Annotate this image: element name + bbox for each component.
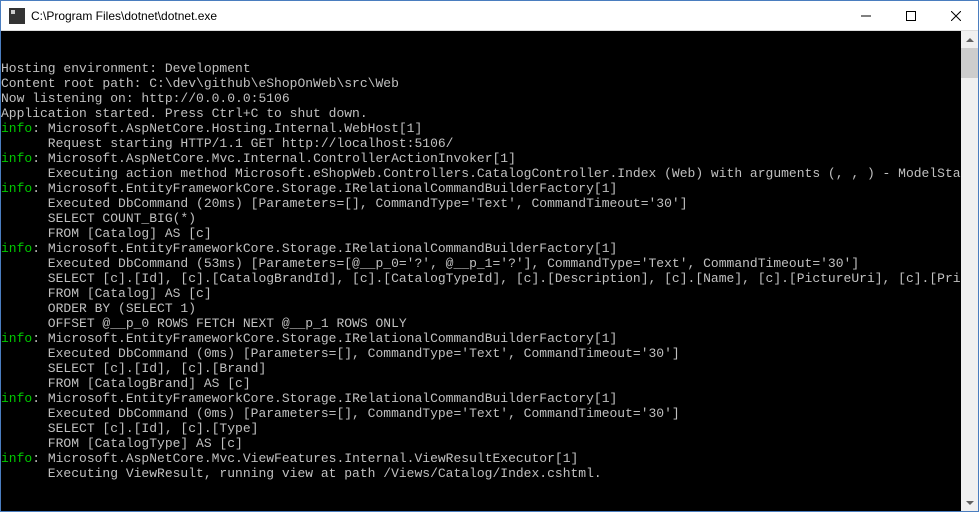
log-text: SELECT [c].[Id], [c].[Brand]	[1, 361, 266, 376]
scrollbar[interactable]	[961, 31, 978, 511]
console: Hosting environment: DevelopmentContent …	[1, 31, 978, 511]
log-text: ORDER BY (SELECT 1)	[1, 301, 196, 316]
log-text: : Microsoft.AspNetCore.Mvc.Internal.Cont…	[32, 151, 516, 166]
log-level-info: info	[1, 121, 32, 136]
log-text: FROM [CatalogType] AS [c]	[1, 436, 243, 451]
console-line: info: Microsoft.AspNetCore.Hosting.Inter…	[1, 121, 961, 136]
scrollbar-thumb[interactable]	[961, 48, 978, 78]
console-line: info: Microsoft.AspNetCore.Mvc.ViewFeatu…	[1, 451, 961, 466]
console-line: ORDER BY (SELECT 1)	[1, 301, 961, 316]
log-text: Executed DbCommand (53ms) [Parameters=[@…	[1, 256, 859, 271]
window-controls	[843, 1, 978, 30]
log-text: FROM [CatalogBrand] AS [c]	[1, 376, 251, 391]
log-level-info: info	[1, 241, 32, 256]
console-line: Application started. Press Ctrl+C to shu…	[1, 106, 961, 121]
console-line: Executed DbCommand (20ms) [Parameters=[]…	[1, 196, 961, 211]
log-text: FROM [Catalog] AS [c]	[1, 226, 212, 241]
console-line: Executed DbCommand (0ms) [Parameters=[],…	[1, 346, 961, 361]
console-line: FROM [CatalogType] AS [c]	[1, 436, 961, 451]
app-icon	[9, 8, 25, 24]
console-output[interactable]: Hosting environment: DevelopmentContent …	[1, 61, 978, 511]
console-line: info: Microsoft.EntityFrameworkCore.Stor…	[1, 241, 961, 256]
console-line: Executed DbCommand (0ms) [Parameters=[],…	[1, 406, 961, 421]
minimize-icon	[861, 11, 871, 21]
log-text: : Microsoft.EntityFrameworkCore.Storage.…	[32, 181, 617, 196]
console-line: info: Microsoft.EntityFrameworkCore.Stor…	[1, 331, 961, 346]
log-text: : Microsoft.EntityFrameworkCore.Storage.…	[32, 331, 617, 346]
console-line: SELECT [c].[Id], [c].[Brand]	[1, 361, 961, 376]
log-text: Request starting HTTP/1.1 GET http://loc…	[1, 136, 453, 151]
console-line: info: Microsoft.EntityFrameworkCore.Stor…	[1, 391, 961, 406]
console-line: SELECT [c].[Id], [c].[CatalogBrandId], […	[1, 271, 961, 286]
scrollbar-down-button[interactable]	[961, 494, 978, 511]
log-text: Hosting environment: Development	[1, 61, 251, 76]
chevron-up-icon	[966, 38, 974, 42]
console-line: info: Microsoft.AspNetCore.Mvc.Internal.…	[1, 151, 961, 166]
console-line: Now listening on: http://0.0.0.0:5106	[1, 91, 961, 106]
maximize-icon	[906, 11, 916, 21]
log-text: : Microsoft.AspNetCore.Mvc.ViewFeatures.…	[32, 451, 578, 466]
log-text: Executing ViewResult, running view at pa…	[1, 466, 602, 481]
console-line: SELECT [c].[Id], [c].[Type]	[1, 421, 961, 436]
log-level-info: info	[1, 451, 32, 466]
window-title: C:\Program Files\dotnet\dotnet.exe	[31, 9, 843, 23]
log-level-info: info	[1, 391, 32, 406]
log-text: SELECT COUNT_BIG(*)	[1, 211, 196, 226]
console-line: Executing ViewResult, running view at pa…	[1, 466, 961, 481]
console-line: FROM [CatalogBrand] AS [c]	[1, 376, 961, 391]
console-line: FROM [Catalog] AS [c]	[1, 286, 961, 301]
log-text: Executed DbCommand (0ms) [Parameters=[],…	[1, 406, 680, 421]
log-level-info: info	[1, 181, 32, 196]
log-level-info: info	[1, 151, 32, 166]
minimize-button[interactable]	[843, 1, 888, 30]
maximize-button[interactable]	[888, 1, 933, 30]
scrollbar-up-button[interactable]	[961, 31, 978, 48]
console-line: Executed DbCommand (53ms) [Parameters=[@…	[1, 256, 961, 271]
log-text: Executed DbCommand (0ms) [Parameters=[],…	[1, 346, 680, 361]
log-text: Application started. Press Ctrl+C to shu…	[1, 106, 368, 121]
log-text: OFFSET @__p_0 ROWS FETCH NEXT @__p_1 ROW…	[1, 316, 407, 331]
log-level-info: info	[1, 331, 32, 346]
log-text: Executed DbCommand (20ms) [Parameters=[]…	[1, 196, 688, 211]
console-line: info: Microsoft.EntityFrameworkCore.Stor…	[1, 181, 961, 196]
log-text: Content root path: C:\dev\github\eShopOn…	[1, 76, 399, 91]
close-button[interactable]	[933, 1, 978, 30]
log-text: FROM [Catalog] AS [c]	[1, 286, 212, 301]
console-line: FROM [Catalog] AS [c]	[1, 226, 961, 241]
chevron-down-icon	[966, 501, 974, 505]
console-line: Request starting HTTP/1.1 GET http://loc…	[1, 136, 961, 151]
close-icon	[951, 11, 961, 21]
console-line: SELECT COUNT_BIG(*)	[1, 211, 961, 226]
log-text: Now listening on: http://0.0.0.0:5106	[1, 91, 290, 106]
console-line: Executing action method Microsoft.eShopW…	[1, 166, 961, 181]
log-text: SELECT [c].[Id], [c].[Type]	[1, 421, 258, 436]
titlebar[interactable]: C:\Program Files\dotnet\dotnet.exe	[1, 1, 978, 31]
console-line: Hosting environment: Development	[1, 61, 961, 76]
console-line: OFFSET @__p_0 ROWS FETCH NEXT @__p_1 ROW…	[1, 316, 961, 331]
log-text: SELECT [c].[Id], [c].[CatalogBrandId], […	[1, 271, 978, 286]
console-line: Content root path: C:\dev\github\eShopOn…	[1, 76, 961, 91]
log-text: Executing action method Microsoft.eShopW…	[1, 166, 978, 181]
log-text: : Microsoft.EntityFrameworkCore.Storage.…	[32, 391, 617, 406]
log-text: : Microsoft.EntityFrameworkCore.Storage.…	[32, 241, 617, 256]
log-text: : Microsoft.AspNetCore.Hosting.Internal.…	[32, 121, 422, 136]
